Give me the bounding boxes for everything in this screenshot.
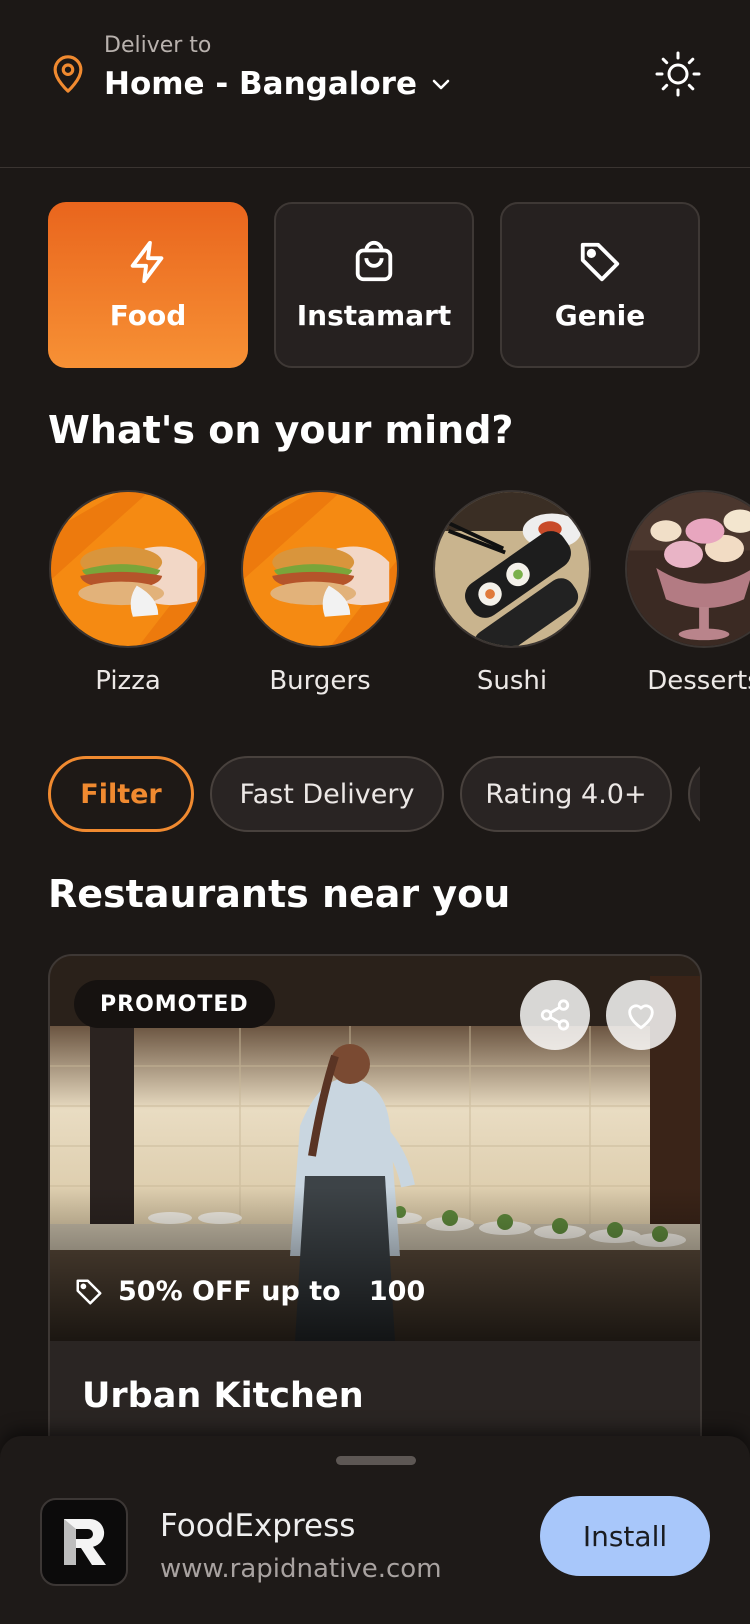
mind-section-title: What's on your mind? [48, 408, 514, 452]
app-url: www.rapidnative.com [160, 1554, 442, 1584]
share-icon [540, 999, 570, 1031]
category-label: Sushi [476, 666, 548, 696]
heart-icon [628, 1004, 654, 1030]
category-sushi[interactable]: Sushi [432, 490, 592, 696]
category-label: Desserts [647, 666, 750, 696]
restaurants-section-title: Restaurants near you [48, 872, 511, 916]
filter-chip-more[interactable] [688, 756, 700, 832]
filter-chip-fast-delivery[interactable]: Fast Delivery [210, 756, 444, 832]
segment-instamart[interactable]: Instamart [274, 202, 474, 368]
segment-genie[interactable]: Genie [500, 202, 700, 368]
category-label: Pizza [95, 666, 161, 696]
category-image [241, 490, 399, 648]
tag-icon [76, 1279, 102, 1304]
category-label: Burgers [269, 666, 371, 696]
category-pizza[interactable]: Pizza [48, 490, 208, 696]
segment-genie-label: Genie [554, 298, 646, 332]
app-name: FoodExpress [160, 1508, 356, 1544]
deliver-to-label: Deliver to [104, 33, 212, 58]
location-selector[interactable]: Home - Bangalore [104, 66, 453, 102]
offer-text: 50% OFF up to 100 [118, 1276, 426, 1307]
share-button[interactable] [520, 980, 590, 1050]
header: Deliver to Home - Bangalore [0, 0, 750, 168]
tag-icon [580, 242, 620, 281]
segment-food[interactable]: Food [48, 202, 248, 368]
map-pin-icon [53, 55, 83, 93]
install-banner: FoodExpress www.rapidnative.com Install [0, 1436, 750, 1624]
category-desserts[interactable]: Desserts [624, 490, 750, 696]
restaurant-name: Urban Kitchen [82, 1376, 364, 1416]
filter-chip-rating[interactable]: Rating 4.0+ [460, 756, 672, 832]
restaurant-card[interactable]: PROMOTED 50% OFF up to 100 Urban Kitchen [48, 954, 702, 1474]
sun-icon[interactable] [654, 50, 702, 98]
category-burgers[interactable]: Burgers [240, 490, 400, 696]
filter-chip-row[interactable]: Filter Fast Delivery Rating 4.0+ [48, 756, 700, 836]
app-logo [40, 1498, 128, 1586]
offer-label: 50% OFF up to 100 [74, 1276, 425, 1307]
lightning-icon [130, 240, 164, 283]
category-image [625, 490, 750, 648]
promoted-badge: PROMOTED [74, 980, 275, 1028]
app-logo-icon [64, 1518, 106, 1565]
install-button[interactable]: Install [540, 1496, 710, 1576]
chevron-down-icon [432, 79, 450, 90]
shopping-bag-icon [355, 240, 393, 281]
favorite-button[interactable] [606, 980, 676, 1050]
segment-food-label: Food [109, 298, 187, 332]
location-text: Home - Bangalore [104, 66, 417, 102]
category-image [433, 490, 591, 648]
segment-instamart-label: Instamart [296, 298, 452, 332]
sheet-handle[interactable] [336, 1456, 416, 1465]
category-carousel[interactable]: Pizza Burgers Sushi Desserts [48, 490, 750, 710]
filter-chip-filter[interactable]: Filter [48, 756, 194, 832]
category-image [49, 490, 207, 648]
